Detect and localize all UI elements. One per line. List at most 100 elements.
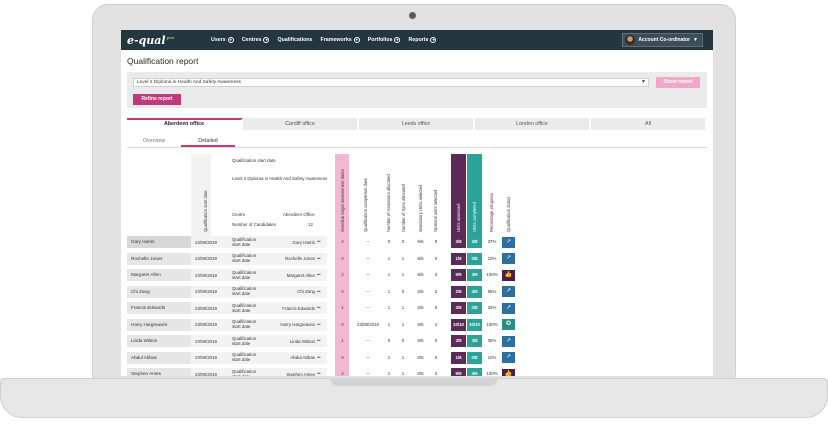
- app-screen: e-qualpro Users ▾ Centres ▾ Qualifications Fr…: [121, 30, 713, 376]
- qualification-name: Level 2 Diploma in Health And Safety Awa…: [232, 176, 328, 181]
- start-date: 23/08/2018: [195, 256, 217, 261]
- qualification-select-value: Level 2 Diploma in Health And Safety Awa…: [137, 80, 241, 85]
- more-options-icon[interactable]: •••: [317, 289, 321, 294]
- refine-report-button[interactable]: Refine report: [133, 94, 181, 105]
- more-options-icon[interactable]: •••: [317, 322, 321, 327]
- tab-office-1[interactable]: Cardiff office: [243, 118, 359, 130]
- trend-up-icon[interactable]: ↗: [502, 236, 515, 248]
- candidate-name[interactable]: Chi Zang: [127, 285, 191, 298]
- trend-up-icon[interactable]: ↗: [502, 335, 515, 347]
- more-options-icon[interactable]: •••: [317, 272, 321, 277]
- table-row[interactable]: Chi Zang 23/08/2018 Qualification start da…: [121, 285, 521, 298]
- candidate-label: Chi Zang: [297, 289, 315, 294]
- more-options-icon[interactable]: •••: [317, 371, 321, 376]
- column-header: Percentage progress: [489, 193, 494, 232]
- cell-mandatory: 6/6: [417, 255, 424, 261]
- table-row[interactable]: Abdul Abbas 23/08/2018 Qualification start…: [121, 351, 521, 364]
- table-row[interactable]: Margaret Allen 23/08/2018 Qualification st…: [121, 269, 521, 281]
- main-nav: Users ▾ Centres ▾ Qualifications Frameworks ▾ P…: [211, 37, 437, 43]
- candidate-name[interactable]: Linda Wilson: [127, 335, 191, 347]
- thumbs-up-icon[interactable]: 👍: [502, 269, 515, 281]
- table-row[interactable]: Rochelle Jones 23/08/2018 Qualification st…: [121, 252, 521, 265]
- start-date: 23/08/2018: [195, 338, 217, 344]
- app-logo[interactable]: e-qualpro: [127, 34, 205, 47]
- tab-office-4[interactable]: All: [591, 118, 707, 130]
- cell-overdue: 3: [341, 239, 344, 244]
- trend-up-icon[interactable]: ↗: [502, 352, 515, 363]
- cell-optional: 3: [434, 371, 438, 376]
- nav-item-label: Qualifications: [277, 37, 313, 43]
- more-options-icon[interactable]: •••: [317, 239, 321, 244]
- tab-office-0[interactable]: Aberdeen office: [127, 118, 243, 130]
- office-tabs: Aberdeen office Cardiff office Leeds offic…: [127, 118, 707, 130]
- candidate-name[interactable]: Stephen Ames: [127, 368, 191, 376]
- tab-view-overview[interactable]: Overview: [127, 134, 181, 147]
- award-icon[interactable]: ✪: [502, 319, 515, 330]
- tab-office-3[interactable]: London office: [475, 118, 591, 130]
- more-options-icon[interactable]: •••: [317, 305, 321, 310]
- table-row[interactable]: Gary Harris 23/08/2018 Qualification start…: [121, 236, 521, 248]
- tab-view-detailed[interactable]: Detailed: [181, 134, 235, 147]
- cell-assessors: 1: [387, 255, 391, 261]
- nav-item-portfolios[interactable]: Portfolios ▾: [368, 37, 401, 43]
- table-row[interactable]: Francis Edwards 23/08/2018 Qualification s…: [121, 302, 521, 314]
- nav-item-reports[interactable]: Reports ▾: [408, 37, 437, 43]
- nav-item-qualifications[interactable]: Qualifications: [277, 37, 312, 43]
- cell-assessors: 1: [387, 305, 391, 310]
- trend-up-icon[interactable]: ↗: [502, 302, 515, 314]
- trend-up-icon[interactable]: ↗: [502, 286, 515, 297]
- nav-item-centres[interactable]: Centres ▾: [242, 37, 270, 43]
- camera-icon: [409, 12, 416, 19]
- chevron-down-icon: ▼: [641, 79, 646, 85]
- nav-item-label: Centres: [241, 37, 262, 43]
- cell-iqas: 0: [401, 239, 405, 244]
- table-row[interactable]: Harry Hargreaves 23/08/2018 Qualification …: [121, 318, 521, 331]
- cell-mandatory: 6/6: [417, 321, 424, 327]
- candidate-name[interactable]: Francis Edwards: [127, 302, 191, 314]
- nav-item-label: Frameworks: [320, 37, 352, 43]
- candidate-label: Abdul Abbas: [290, 355, 315, 360]
- thumbs-up-icon[interactable]: 👍: [502, 368, 515, 376]
- cell-assessed: 9/9: [451, 368, 466, 376]
- centre-label: Centre: [232, 212, 246, 217]
- cell-completed: 0/8: [467, 252, 482, 265]
- chevron-down-icon: ▾: [263, 37, 270, 43]
- avatar: [625, 35, 636, 45]
- nav-item-frameworks[interactable]: Frameworks ▾: [321, 37, 360, 43]
- candidate-name[interactable]: Margaret Allen: [127, 269, 191, 281]
- candidate-name[interactable]: Harry Hargreaves: [127, 318, 191, 331]
- cell-optional: 0: [434, 255, 438, 261]
- column-header: Number of IQAs allocated: [401, 184, 406, 232]
- cell-completed: 0/8: [467, 302, 482, 314]
- show-report-button[interactable]: Show report: [656, 77, 700, 88]
- nav-item-users[interactable]: Users ▾: [211, 37, 234, 43]
- start-date-label: Qualification start date: [232, 335, 257, 346]
- trend-up-icon[interactable]: ↗: [502, 253, 515, 264]
- candidate-name[interactable]: Rochelle Jones: [127, 252, 191, 265]
- qualification-select[interactable]: Level 2 Diploma in Health And Safety Awa…: [133, 78, 649, 87]
- cell-progress: 100%: [486, 371, 498, 376]
- start-date: 23/08/2018: [195, 322, 217, 327]
- cell-completion: –: [366, 288, 370, 294]
- table-row[interactable]: Linda Wilson 23/08/2018 Qualification star…: [121, 335, 521, 347]
- cell-completion: –: [366, 272, 370, 277]
- cell-assessed: 3/8: [451, 302, 466, 314]
- candidate-name[interactable]: Abdul Abbas: [127, 351, 191, 364]
- cell-completion: 23/08/2018: [357, 321, 379, 327]
- nav-item-label: Reports: [408, 37, 429, 43]
- cell-optional: 0: [434, 305, 438, 310]
- candidate-name[interactable]: Gary Harris: [127, 236, 191, 248]
- cell-assessed: 3/8: [451, 236, 466, 248]
- account-menu[interactable]: Account Co-ordinator ▼: [622, 33, 703, 47]
- chevron-down-icon: ▾: [430, 37, 437, 43]
- cell-optional: 0: [434, 239, 438, 244]
- table-row[interactable]: Stephen Ames 23/08/2018 Qualification star…: [121, 368, 521, 376]
- candidate-label: Stephen Ames: [286, 371, 315, 377]
- cell-completion: –: [366, 255, 370, 261]
- more-options-icon[interactable]: •••: [317, 256, 321, 261]
- more-options-icon[interactable]: •••: [317, 338, 321, 343]
- more-options-icon[interactable]: •••: [317, 355, 321, 360]
- cell-assessed: 1/8: [451, 351, 466, 364]
- tab-office-2[interactable]: Leeds office: [359, 118, 475, 130]
- cell-progress: 37%: [487, 239, 497, 244]
